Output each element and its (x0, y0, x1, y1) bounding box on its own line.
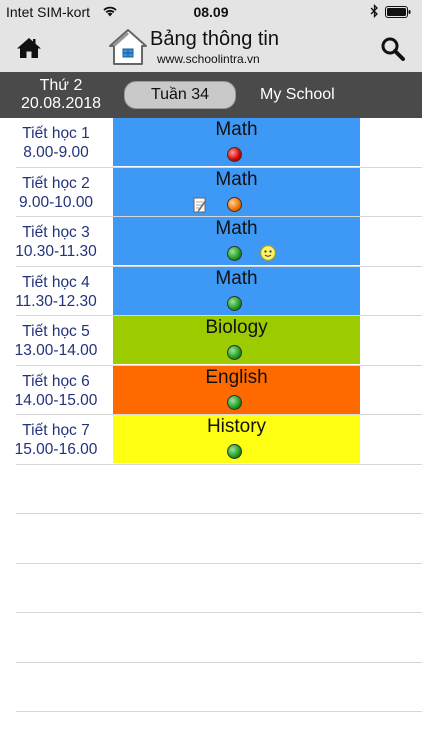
status-green-icon (227, 246, 242, 261)
bluetooth-icon (370, 4, 378, 18)
period-label: Tiết học 7 (22, 422, 90, 439)
period-label: Tiết học 4 (22, 273, 90, 291)
subject-cell[interactable]: Math (113, 167, 360, 216)
subject-cell[interactable]: Math (113, 266, 360, 315)
subject-name: Math (215, 119, 258, 140)
row-divider (16, 711, 422, 712)
subject-cell[interactable]: Math (113, 217, 360, 265)
smiley-icon[interactable] (260, 245, 276, 261)
logo-house-icon (109, 29, 147, 65)
app-title: Bảng thông tin (150, 28, 279, 50)
period-time: 13.00-14.00 (14, 342, 98, 359)
week-bar: Thứ 2 20.08.2018 Tuần 34 My School (0, 72, 422, 118)
lesson-time-cell: Tiết học 2 9.00-10.00 (0, 174, 112, 212)
status-red-icon (227, 147, 242, 162)
battery-icon (385, 6, 411, 18)
subject-cell[interactable]: History (113, 415, 360, 463)
lesson-time-cell: Tiết học 3 10.30-11.30 (0, 223, 112, 261)
clock: 08.09 (193, 4, 229, 20)
empty-row (0, 514, 422, 564)
lesson-row[interactable]: Tiết học 3 10.30-11.30 Math (0, 217, 422, 267)
subject-cell[interactable]: English (113, 365, 360, 414)
lesson-time-cell: Tiết học 5 13.00-14.00 (0, 322, 112, 360)
period-label: Tiết học 3 (22, 224, 90, 241)
period-label: Tiết học 6 (22, 372, 90, 390)
lesson-time-cell: Tiết học 7 15.00-16.00 (0, 421, 112, 459)
day-name: Thứ 2 (39, 77, 83, 94)
subject-name: Math (215, 168, 258, 190)
week-selector-button[interactable]: Tuần 34 (124, 81, 236, 109)
note-icon[interactable] (193, 197, 207, 213)
subject-name: History (206, 416, 267, 437)
subject-cell[interactable]: Math (113, 118, 360, 166)
lesson-row[interactable]: Tiết học 7 15.00-16.00 History (0, 415, 422, 465)
empty-row (0, 465, 422, 514)
timetable: Tiết học 1 8.00-9.00 Math Tiết học 2 9.00-10… (0, 118, 422, 712)
empty-row (0, 564, 422, 613)
status-green-icon (227, 345, 242, 360)
school-selector[interactable]: My School (260, 86, 335, 104)
status-green-icon (227, 444, 242, 459)
lesson-row[interactable]: Tiết học 6 14.00-15.00 English (0, 365, 422, 415)
empty-row (0, 663, 422, 712)
lesson-time-cell: Tiết học 4 11.30-12.30 (0, 273, 112, 311)
lesson-row[interactable]: Tiết học 5 13.00-14.00 Biology (0, 316, 422, 366)
period-label: Tiết học 2 (22, 174, 90, 192)
lesson-time-cell: Tiết học 6 14.00-15.00 (0, 372, 112, 410)
status-green-icon (227, 295, 242, 311)
period-time: 11.30-12.30 (15, 292, 97, 310)
period-time: 14.00-15.00 (14, 391, 98, 409)
subject-name: English (205, 366, 268, 388)
current-day[interactable]: Thứ 2 20.08.2018 (0, 77, 122, 113)
period-time: 10.30-11.30 (15, 243, 97, 260)
lesson-row[interactable]: Tiết học 4 11.30-12.30 Math (0, 266, 422, 316)
status-orange-icon (227, 196, 242, 212)
period-time: 8.00-9.00 (23, 144, 89, 161)
subject-cell[interactable]: Biology (113, 316, 360, 364)
period-time: 9.00-10.00 (18, 193, 94, 211)
subject-name: Biology (205, 317, 268, 338)
status-green-icon (227, 394, 242, 410)
app-header: Bảng thông tin www.schoolintra.vn (0, 24, 422, 72)
subject-name: Math (215, 218, 258, 239)
day-date: 20.08.2018 (20, 95, 102, 112)
period-label: Tiết học 1 (22, 125, 90, 142)
period-label: Tiết học 5 (22, 323, 90, 340)
empty-row (0, 613, 422, 663)
app-url: www.schoolintra.vn (157, 52, 260, 66)
period-time: 15.00-16.00 (14, 441, 98, 458)
subject-name: Math (215, 267, 258, 289)
status-bar: Intet SIM-kort 08.09 (0, 0, 422, 24)
lesson-row[interactable]: Tiết học 2 9.00-10.00 Math (0, 167, 422, 217)
home-icon[interactable] (16, 36, 42, 60)
lesson-row[interactable]: Tiết học 1 8.00-9.00 Math (0, 118, 422, 168)
search-icon[interactable] (380, 36, 406, 62)
lesson-time-cell: Tiết học 1 8.00-9.00 (0, 124, 112, 162)
